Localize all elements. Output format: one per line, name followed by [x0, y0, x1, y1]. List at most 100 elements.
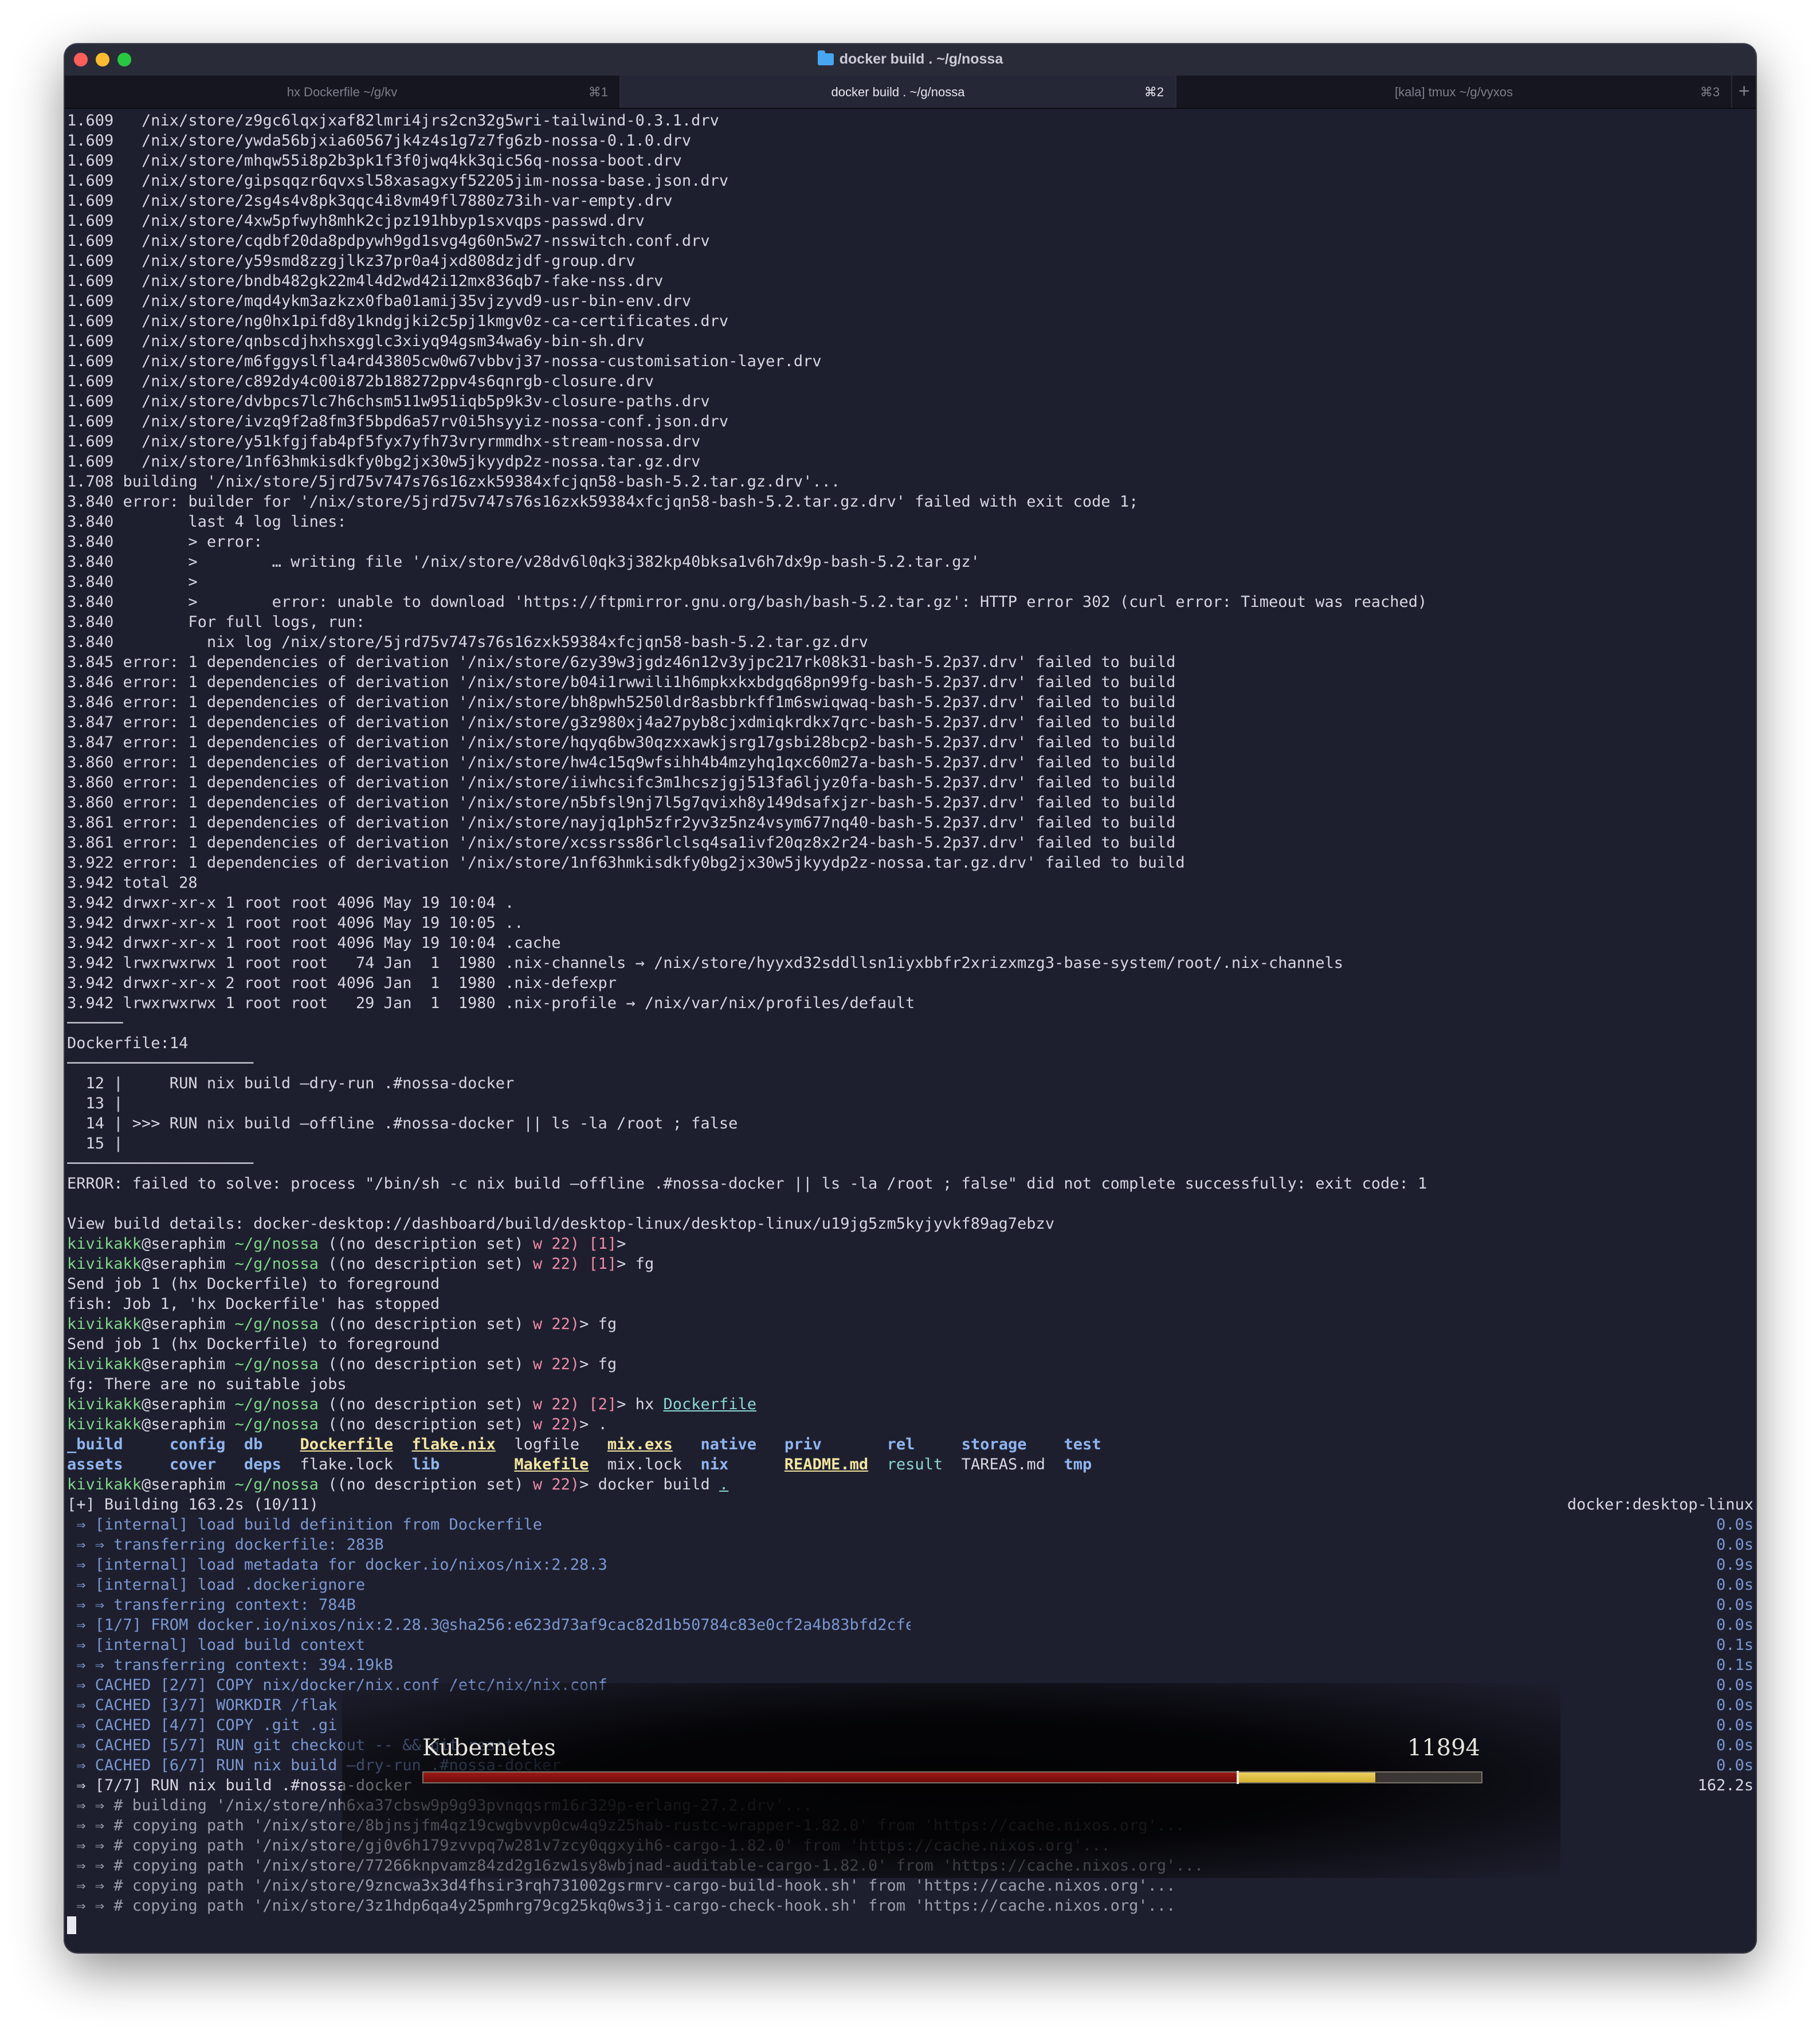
ls-entry: lib — [411, 1456, 440, 1473]
prompt-status: [1] — [589, 1255, 617, 1273]
output-line: 1.609 /nix/store/m6fggyslfla4rd43805cw0w… — [67, 352, 822, 370]
ls-row: assets cover deps flake.lock lib Makefil… — [67, 1454, 1754, 1475]
text-cursor — [67, 1916, 76, 1934]
step-time: 0.0s — [1716, 1536, 1754, 1554]
build-substep: ⇒ ⇒ # copying path '/nix/store/3z1hdp6qa… — [67, 1897, 1176, 1915]
prompt-dir: ~/g/nossa — [234, 1476, 319, 1493]
build-status: [+] Building 163.2s (10/11) — [67, 1496, 319, 1513]
prompt-jj: ((no description set) — [328, 1235, 524, 1253]
prompt-dir: ~/g/nossa — [234, 1235, 319, 1253]
prompt-line: kivikakk@seraphim ~/g/nossa ((no descrip… — [67, 1254, 1754, 1274]
ls-entry: native — [700, 1436, 757, 1453]
output-line: 1.609 /nix/store/z9gc6lqxjxaf82lmri4jrs2… — [67, 112, 719, 130]
output-line: 3.942 drwxr-xr-x 1 root root 4096 May 19… — [67, 914, 524, 932]
build-substep: ⇒ ⇒ # copying path '/nix/store/9zncwa3x3… — [67, 1877, 1176, 1895]
tab-hx-dockerfile[interactable]: hx Dockerfile ~/g/kv ⌘1 — [65, 76, 621, 108]
prompt-host: @seraphim — [142, 1355, 226, 1373]
ls-entry: cover — [169, 1456, 217, 1473]
output-line: View build details: docker-desktop://das… — [67, 1215, 1055, 1233]
prompt-host: @seraphim — [142, 1235, 226, 1253]
prompt-command: > fg — [579, 1355, 617, 1373]
prompt-dir: ~/g/nossa — [234, 1355, 319, 1373]
new-tab-button[interactable]: + — [1732, 76, 1756, 108]
window-title-text: docker build . ~/g/nossa — [839, 51, 1003, 67]
tab-label: [kala] tmux ~/g/vyxos — [1394, 85, 1513, 99]
output-line: 3.840 > … writing file '/nix/store/v28dv… — [67, 553, 980, 571]
boss-health-marker — [1237, 1771, 1240, 1784]
prompt-w: w 22) — [532, 1355, 580, 1373]
prompt-user: kivikakk — [67, 1255, 142, 1273]
boss-health-bar — [422, 1771, 1482, 1784]
output-line: 1.609 /nix/store/c892dy4c00i872b188272pp… — [67, 372, 654, 390]
ls-entry: logfile — [514, 1436, 580, 1453]
build-step: ⇒ ⇒ transferring context: 394.19kB 0.1s — [67, 1655, 1754, 1675]
tab-bar: hx Dockerfile ~/g/kv ⌘1 docker build . ~/… — [65, 76, 1756, 109]
prompt-w: w 22) — [532, 1235, 580, 1253]
output-line: 3.847 error: 1 dependencies of derivatio… — [67, 734, 1176, 751]
build-step: ⇒ [1/7] FROM docker.io/nixos/nix:2.28.3@… — [67, 1615, 1754, 1635]
output-line: 3.922 error: 1 dependencies of derivatio… — [67, 854, 1185, 872]
output-line: 1.609 /nix/store/mqd4ykm3azkzx0fba01amij… — [67, 292, 692, 310]
boss-value: 11894 — [1407, 1735, 1480, 1761]
shell-session: kivikakk@seraphim ~/g/nossa ((no descrip… — [67, 1234, 1754, 1394]
ls-entry: result — [887, 1456, 943, 1473]
prompt-user: kivikakk — [67, 1315, 142, 1333]
folder-icon — [817, 50, 834, 65]
prompt-user: kivikakk — [67, 1415, 142, 1433]
output-line: 15 | — [67, 1135, 123, 1152]
output-line: fish: Job 1, 'hx Dockerfile' has stopped — [67, 1295, 440, 1313]
output-line: 13 | — [67, 1095, 123, 1112]
output-line: 1.708 building '/nix/store/5jrd75v747s76… — [67, 473, 841, 491]
prompt-host: @seraphim — [142, 1255, 226, 1273]
output-line: 3.840 For full logs, run: — [67, 613, 366, 631]
output-line: 3.840 > error: — [67, 533, 263, 551]
output-line: 3.840 nix log /nix/store/5jrd75v747s76s1… — [67, 633, 868, 651]
step-time: 0.0s — [1716, 1596, 1754, 1614]
output-line: 3.861 error: 1 dependencies of derivatio… — [67, 834, 1176, 852]
prompt-line: kivikakk@seraphim ~/g/nossa ((no descrip… — [67, 1475, 1754, 1495]
prompt-line: kivikakk@seraphim ~/g/nossa ((no descrip… — [67, 1354, 1754, 1374]
step-time: 0.0s — [1716, 1516, 1754, 1534]
prompt-line: kivikakk@seraphim ~/g/nossa ((no descrip… — [67, 1234, 1754, 1254]
build-step: ⇒ [internal] load build definition from … — [67, 1515, 1754, 1535]
step-text: ⇒ [internal] load build context — [67, 1636, 366, 1654]
output-line: fg: There are no suitable jobs — [67, 1375, 347, 1393]
output-line: 3.840 error: builder for '/nix/store/5jr… — [67, 493, 1139, 511]
output-line: Send job 1 (hx Dockerfile) to foreground — [67, 1275, 440, 1293]
output-line: 3.860 error: 1 dependencies of derivatio… — [67, 754, 1176, 771]
output-line: ──────────────────── — [67, 1155, 254, 1173]
ls-entry: Makefile — [514, 1456, 589, 1473]
build-step: ⇒ ⇒ transferring dockerfile: 283B 0.0s — [67, 1535, 1754, 1555]
prompt-command: > fg — [579, 1315, 617, 1333]
step-text: ⇒ [internal] load build definition from … — [67, 1516, 543, 1534]
command-arg-file: Dockerfile — [663, 1395, 757, 1413]
prompt-host: @seraphim — [142, 1415, 226, 1433]
prompt-jj: ((no description set) — [328, 1255, 524, 1273]
step-text: ⇒ [internal] load .dockerignore — [67, 1576, 366, 1594]
ls-entry: storage — [961, 1436, 1027, 1453]
tab-docker-build[interactable]: docker build . ~/g/nossa ⌘2 — [621, 76, 1176, 108]
step-text: ⇒ ⇒ transferring dockerfile: 283B — [67, 1536, 384, 1554]
prompt-dir: ~/g/nossa — [234, 1255, 319, 1273]
tab-label: hx Dockerfile ~/g/kv — [287, 85, 398, 99]
prompt-command: > . — [579, 1415, 607, 1433]
output-line: 3.942 lrwxrwxrwx 1 root root 29 Jan 1 19… — [67, 994, 915, 1012]
prompt-w: w 22) — [532, 1476, 580, 1493]
output-line: 1.609 /nix/store/mhqw55i8p2b3pk1f3f0jwq4… — [67, 152, 682, 170]
output-line: 3.942 drwxr-xr-x 1 root root 4096 May 19… — [67, 934, 561, 952]
prompt-host: @seraphim — [142, 1395, 226, 1413]
output-line: 1.609 /nix/store/4xw5pfwyh8mhk2cjpz191hb… — [67, 212, 645, 230]
prompt-user: kivikakk — [67, 1235, 142, 1253]
output-line: 1.609 /nix/store/y51kfgjfab4pf5fyx7yfh73… — [67, 433, 701, 450]
ls-entry: TAREAS.md — [961, 1456, 1045, 1473]
tab-tmux[interactable]: [kala] tmux ~/g/vyxos ⌘3 — [1176, 76, 1732, 108]
ls-entry: README.md — [784, 1456, 869, 1473]
ls-entry: test — [1064, 1436, 1101, 1453]
tab-label: docker build . ~/g/nossa — [831, 85, 965, 99]
output-line: 14 | >>> RUN nix build —offline .#nossa-… — [67, 1115, 738, 1132]
output-line: 1.609 /nix/store/2sg4s4v8pk3qqc4i8vm49fl… — [67, 192, 673, 210]
prompt-dir: ~/g/nossa — [234, 1395, 319, 1413]
prompt-command: > — [617, 1235, 626, 1253]
terminal-output[interactable]: 1.609 /nix/store/z9gc6lqxjxaf82lmri4jrs2… — [65, 108, 1756, 1952]
